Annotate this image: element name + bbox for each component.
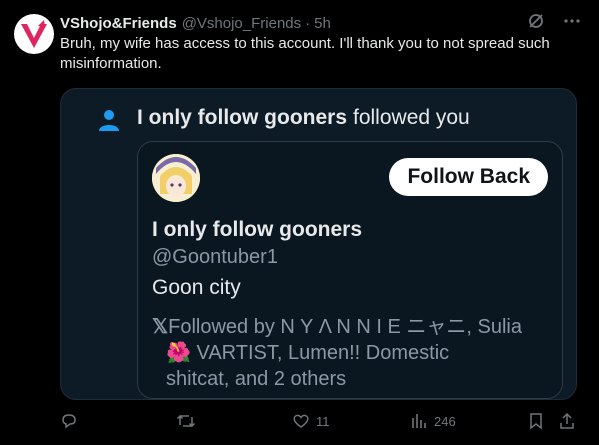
bookmark-icon	[528, 412, 544, 430]
bookmark-action[interactable]	[528, 412, 544, 430]
views-icon	[410, 412, 428, 430]
followed-by-line3: shitcat, and 2 others	[166, 368, 347, 390]
tweet-text: Bruh, my wife has access to this account…	[60, 35, 550, 72]
notification-row: I only follow gooners followed you	[137, 101, 470, 135]
share-action[interactable]	[558, 412, 576, 430]
followed-by-line1: Followed by N Y Λ N N I E ニャニ, Sulia	[168, 316, 522, 338]
notification-text: followed you	[353, 106, 470, 129]
retweet-icon	[176, 412, 196, 430]
like-count: 11	[316, 413, 330, 429]
follower-bio: Goon city	[152, 276, 241, 299]
grok-icon[interactable]	[527, 12, 545, 30]
header-icons	[527, 12, 581, 30]
follower-handle: @Goontuber1	[152, 246, 278, 268]
followed-by-text: 𝕏Followed by N Y Λ N N I E ニャニ, Sulia 🌺 …	[152, 314, 552, 392]
author-handle[interactable]: @Vshojo_Friends	[182, 15, 301, 32]
notification-name: I only follow gooners	[137, 106, 347, 129]
author-display-name[interactable]: VShojo&Friends	[60, 15, 177, 32]
heart-icon	[292, 412, 310, 430]
attached-image[interactable]: I only follow gooners followed you Follo…	[60, 88, 577, 400]
views-action[interactable]: 246	[410, 412, 456, 430]
separator-dot: ·	[305, 14, 311, 32]
reply-action[interactable]	[60, 412, 84, 430]
more-options-icon[interactable]	[563, 12, 581, 30]
follower-avatar	[152, 154, 200, 202]
action-bar: 11 246	[60, 412, 580, 436]
tweet-time[interactable]: 5h	[314, 15, 331, 32]
x-logo-icon: 𝕏	[152, 316, 169, 338]
like-action[interactable]: 11	[292, 412, 330, 430]
share-icon	[558, 412, 576, 430]
follower-card: Follow Back I only follow gooners @Goont…	[137, 141, 563, 399]
tweet-header: VShojo&Friends @Vshojo_Friends · 5h	[60, 12, 587, 34]
author-avatar[interactable]	[14, 14, 54, 54]
tweet: VShojo&Friends @Vshojo_Friends · 5h Bruh…	[0, 0, 599, 445]
vshojo-logo-icon	[15, 15, 53, 53]
follower-name: I only follow gooners	[152, 218, 362, 241]
follow-back-button: Follow Back	[389, 158, 548, 196]
followed-by-line2: 🌺 VARTIST, Lumen!! Domestic	[166, 342, 450, 364]
person-icon	[97, 108, 121, 132]
retweet-action[interactable]	[176, 412, 202, 430]
views-count: 246	[434, 413, 456, 429]
reply-icon	[60, 412, 78, 430]
